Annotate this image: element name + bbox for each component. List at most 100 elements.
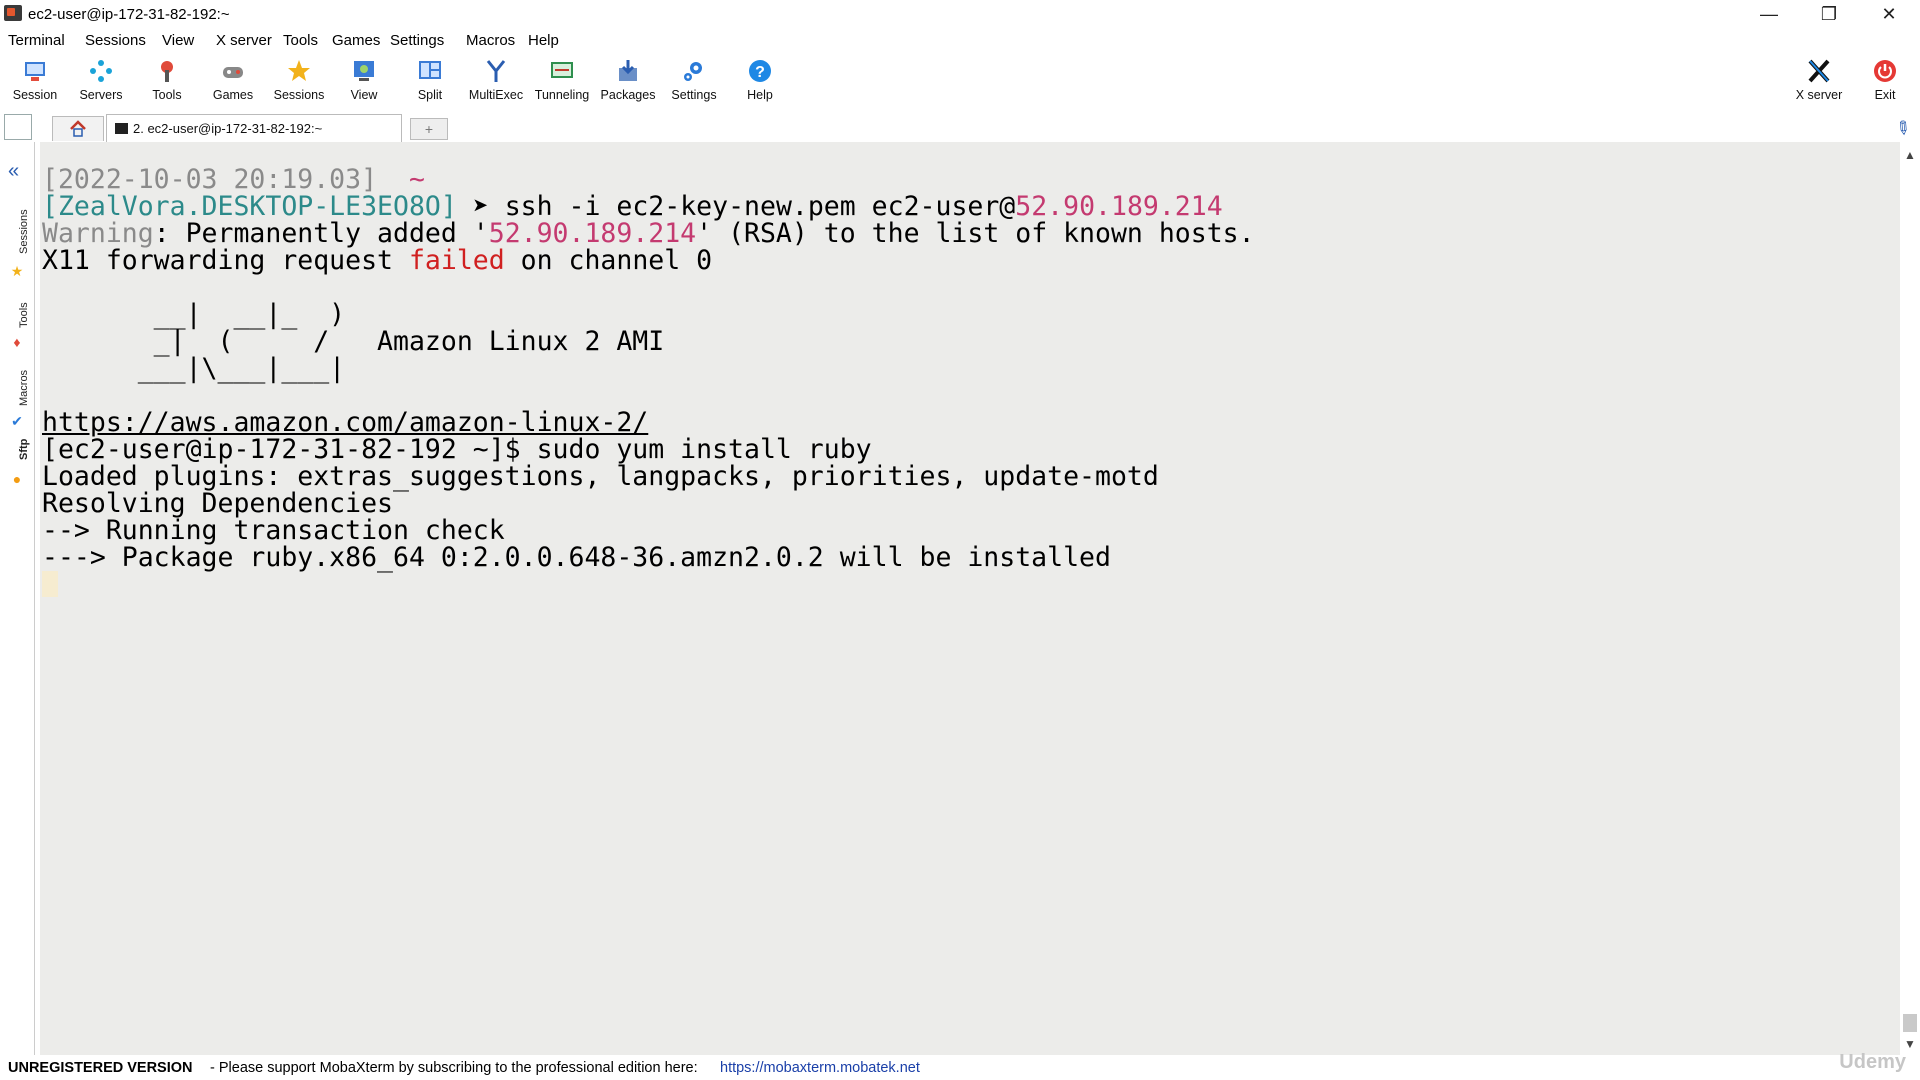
scroll-thumb[interactable]: [1903, 1014, 1917, 1032]
exit-button[interactable]: Exit: [1852, 54, 1918, 108]
sidebar-tab-sessions[interactable]: Sessions: [18, 209, 30, 254]
menu-games[interactable]: Games: [332, 32, 380, 49]
tools-icon: [161, 61, 173, 82]
packages-icon: [619, 60, 637, 81]
star-icon: ★: [10, 263, 24, 279]
tools-label: Tools: [152, 88, 182, 102]
terminal-cursor: [42, 571, 58, 597]
terminal-icon: [115, 123, 128, 134]
ami-logo-line-1: __| __|_ ): [42, 299, 346, 330]
menu-x-server[interactable]: X server: [216, 32, 272, 49]
split-label: Split: [417, 88, 443, 102]
settings-button[interactable]: Settings: [661, 54, 727, 108]
menu-view[interactable]: View: [162, 32, 194, 49]
power-icon: [1874, 60, 1896, 82]
macros-icon: ✔: [11, 413, 23, 429]
app-logo-icon: [4, 5, 22, 21]
ami-logo-line-2: _| ( / Amazon Linux 2 AMI: [42, 326, 665, 357]
multiexec-icon: [486, 60, 506, 82]
help-button[interactable]: ? Help: [727, 54, 793, 108]
scroll-down-icon[interactable]: ▼: [1904, 1037, 1916, 1051]
terminal-pane[interactable]: [2022-10-03 20:19.03] ~ [ZealVora.DESKTOP…: [40, 142, 1900, 1055]
close-button[interactable]: ✕: [1866, 0, 1912, 28]
sidebar-tab-macros[interactable]: Macros: [18, 370, 30, 406]
menu-settings[interactable]: Settings: [390, 32, 444, 49]
x-server-label: X server: [1795, 88, 1843, 102]
packages-button[interactable]: Packages: [595, 54, 661, 108]
support-message: - Please support MobaXterm by subscribin…: [210, 1060, 698, 1076]
menu-terminal[interactable]: Terminal: [8, 32, 65, 49]
help-label: Help: [747, 88, 773, 102]
tab-home[interactable]: [52, 116, 104, 141]
tab-session-label: 2. ec2-user@ip-172-31-82-192:~: [133, 121, 323, 136]
servers-icon: [90, 60, 112, 82]
menu-bar: Terminal Sessions View X server Tools Ga…: [0, 30, 1920, 52]
menu-help[interactable]: Help: [528, 32, 559, 49]
games-button[interactable]: Games: [200, 54, 266, 108]
maximize-button[interactable]: ❐: [1806, 0, 1852, 28]
warning-text-b: ' (RSA) to the list of known hosts.: [696, 218, 1255, 249]
tab-bar: 2. ec2-user@ip-172-31-82-192:~ + ✎: [0, 110, 1920, 143]
exit-label: Exit: [1874, 88, 1896, 102]
quick-connect-button[interactable]: [4, 114, 32, 140]
session-button[interactable]: Session: [2, 54, 68, 108]
status-bar: UNREGISTERED VERSION - Please support Mo…: [0, 1051, 1920, 1080]
view-icon: [354, 61, 374, 81]
tunneling-label: Tunneling: [534, 88, 590, 102]
split-button[interactable]: Split: [397, 54, 463, 108]
left-sidebar: « Sessions ★ Tools ♦ Macros ✔ Sftp ●: [0, 142, 35, 1055]
paperclip-icon[interactable]: ✎: [1890, 116, 1915, 142]
sessions-button[interactable]: Sessions: [266, 54, 332, 108]
unregistered-label: UNREGISTERED VERSION: [8, 1060, 193, 1076]
session-icon: [25, 62, 45, 81]
window-title: ec2-user@ip-172-31-82-192:~: [28, 6, 230, 23]
x11-failed: failed: [408, 245, 505, 276]
sftp-icon: ●: [12, 471, 22, 487]
mobaxterm-link[interactable]: https://mobaxterm.mobatek.net: [720, 1060, 920, 1076]
terminal-output: [2022-10-03 20:19.03] ~ [ZealVora.DESKTOP…: [42, 166, 1255, 598]
tunneling-icon: [551, 62, 573, 78]
multiexec-label: MultiExec: [468, 88, 524, 102]
terminal-scrollbar[interactable]: ▲ ▼: [1900, 142, 1920, 1055]
toolbar: Session Servers Tools Games Sessions Vie…: [0, 54, 1920, 108]
servers-label: Servers: [79, 88, 123, 102]
gear-icon: [684, 62, 702, 81]
new-tab-button[interactable]: +: [410, 118, 448, 140]
x-server-button[interactable]: X server: [1786, 54, 1852, 108]
multiexec-button[interactable]: MultiExec: [463, 54, 529, 108]
view-button[interactable]: View: [331, 54, 397, 108]
scroll-up-icon[interactable]: ▲: [1904, 148, 1916, 162]
session-label: Session: [12, 88, 58, 102]
title-bar: ec2-user@ip-172-31-82-192:~ — ❐ ✕: [0, 0, 1920, 28]
remote-command-line: [ec2-user@ip-172-31-82-192 ~]$ sudo yum …: [42, 434, 872, 465]
minimize-button[interactable]: —: [1746, 0, 1792, 28]
sessions-label: Sessions: [273, 88, 325, 102]
collapse-sidebar-icon[interactable]: «: [8, 160, 19, 183]
tools-button[interactable]: Tools: [134, 54, 200, 108]
amazon-linux-link[interactable]: https://aws.amazon.com/amazon-linux-2/: [42, 409, 1255, 436]
yum-output-3: --> Running transaction check: [42, 515, 505, 546]
star-icon: [288, 60, 310, 81]
yum-output-4: ---> Package ruby.x86_64 0:2.0.0.648-36.…: [42, 542, 1111, 573]
home-icon: [70, 120, 86, 137]
yum-output-2: Resolving Dependencies: [42, 488, 393, 519]
udemy-watermark: Udemy: [1839, 1051, 1906, 1073]
games-label: Games: [212, 88, 254, 102]
sidebar-tab-sftp[interactable]: Sftp: [18, 439, 30, 460]
svg-text:?: ?: [755, 64, 765, 81]
sidebar-tab-tools[interactable]: Tools: [18, 302, 30, 328]
ami-logo-line-3: ___|\___|___|: [42, 353, 346, 384]
menu-tools[interactable]: Tools: [283, 32, 318, 49]
servers-button[interactable]: Servers: [68, 54, 134, 108]
menu-sessions[interactable]: Sessions: [85, 32, 146, 49]
yum-output-1: Loaded plugins: extras_suggestions, lang…: [42, 461, 1159, 492]
menu-macros[interactable]: Macros: [466, 32, 515, 49]
x11-text-b: on channel 0: [504, 245, 713, 276]
view-label: View: [350, 88, 378, 102]
tab-session[interactable]: 2. ec2-user@ip-172-31-82-192:~: [106, 114, 402, 143]
tools-icon: ♦: [13, 334, 21, 350]
tunneling-button[interactable]: Tunneling: [529, 54, 595, 108]
packages-label: Packages: [600, 88, 656, 102]
x11-text-a: X11 forwarding request: [42, 245, 409, 276]
games-icon: [223, 67, 243, 78]
